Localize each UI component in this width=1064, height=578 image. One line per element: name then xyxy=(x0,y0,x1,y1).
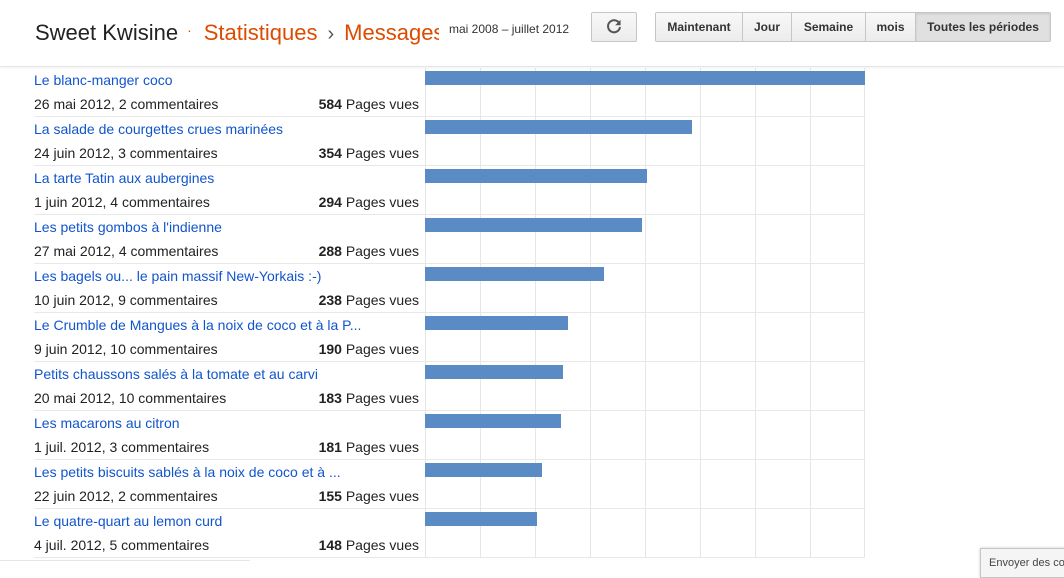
views-bar xyxy=(425,365,563,379)
page-views-label: Pages vues xyxy=(345,341,419,357)
page-views-count: 183 xyxy=(318,390,342,406)
post-meta: 26 mai 2012, 2 commentaires xyxy=(34,96,219,112)
page-views-count: 354 xyxy=(318,145,342,161)
post-row: Les petits biscuits sablés à la noix de … xyxy=(0,460,1064,509)
post-meta: 22 juin 2012, 2 commentaires xyxy=(34,488,218,504)
post-row: Le blanc-manger coco 26 mai 2012, 2 comme… xyxy=(0,68,1064,117)
period-all-button[interactable]: Toutes les périodes xyxy=(916,13,1050,41)
post-title-link[interactable]: Les petits gombos à l'indienne xyxy=(34,218,222,236)
post-meta: 4 juil. 2012, 5 commentaires xyxy=(34,537,210,553)
page-title: Messages xyxy=(344,20,439,45)
period-now-button[interactable]: Maintenant xyxy=(656,13,743,41)
page-views: 238 Pages vues xyxy=(260,291,419,309)
breadcrumb: Sweet Kwisine · Statistiques › Messages xyxy=(35,18,439,48)
page-views-label: Pages vues xyxy=(345,243,419,259)
period-week-button[interactable]: Semaine xyxy=(792,13,866,41)
period-month-button[interactable]: mois xyxy=(866,13,916,41)
page-views-label: Pages vues xyxy=(345,488,419,504)
page-views-count: 155 xyxy=(318,488,342,504)
post-meta: 27 mai 2012, 4 commentaires xyxy=(34,243,219,259)
page-views: 584 Pages vues xyxy=(260,95,419,113)
views-bar xyxy=(425,463,542,477)
post-title-link[interactable]: Le quatre-quart au lemon curd xyxy=(34,512,222,530)
page-views: 354 Pages vues xyxy=(260,144,419,162)
page-views: 183 Pages vues xyxy=(260,389,419,407)
page-views-label: Pages vues xyxy=(345,96,419,112)
page-views-count: 294 xyxy=(318,194,342,210)
post-title-link[interactable]: La tarte Tatin aux aubergines xyxy=(34,169,214,187)
page-views-label: Pages vues xyxy=(345,390,419,406)
post-title-link[interactable]: Les bagels ou... le pain massif New-York… xyxy=(34,267,321,285)
chevron-right-icon: › xyxy=(327,23,335,45)
post-row: Le Crumble de Mangues à la noix de coco … xyxy=(0,313,1064,362)
post-row: Petits chaussons salés à la tomate et au… xyxy=(0,362,1064,411)
views-bar xyxy=(425,316,568,330)
post-row: Les macarons au citron 1 juil. 2012, 3 co… xyxy=(0,411,1064,460)
views-bar xyxy=(425,120,692,134)
blog-name[interactable]: Sweet Kwisine xyxy=(35,20,178,45)
page-views: 190 Pages vues xyxy=(260,340,419,358)
post-meta: 20 mai 2012, 10 commentaires xyxy=(34,390,227,406)
views-bar xyxy=(425,169,647,183)
page-views-count: 238 xyxy=(318,292,342,308)
page-views-count: 181 xyxy=(318,439,342,455)
post-meta: 1 juil. 2012, 3 commentaires xyxy=(34,439,210,455)
page-views-count: 190 xyxy=(318,341,342,357)
date-range: mai 2008 – juillet 2012 xyxy=(449,22,570,36)
post-title-link[interactable]: Les petits biscuits sablés à la noix de … xyxy=(34,463,341,481)
post-title-link[interactable]: Les macarons au citron xyxy=(34,414,180,432)
post-title-link[interactable]: Le Crumble de Mangues à la noix de coco … xyxy=(34,316,361,334)
posts-list: Le blanc-manger coco 26 mai 2012, 2 comme… xyxy=(0,68,1064,558)
period-day-button[interactable]: Jour xyxy=(743,13,792,41)
page-views-label: Pages vues xyxy=(345,439,419,455)
post-meta: 24 juin 2012, 3 commentaires xyxy=(34,145,218,161)
feedback-button[interactable]: Envoyer des commentaires xyxy=(980,548,1064,578)
refresh-icon xyxy=(607,19,621,34)
page-views-count: 584 xyxy=(318,96,342,112)
post-title-link[interactable]: Le blanc-manger coco xyxy=(34,71,173,89)
page-views-count: 148 xyxy=(318,537,342,553)
views-bar xyxy=(425,512,537,526)
post-meta: 9 juin 2012, 10 commentaires xyxy=(34,341,218,357)
period-selector: Maintenant Jour Semaine mois Toutes les … xyxy=(655,12,1051,42)
post-title-link[interactable]: La salade de courgettes crues marinées xyxy=(34,120,283,138)
divider xyxy=(0,560,250,561)
page-views: 288 Pages vues xyxy=(260,242,419,260)
post-row: La salade de courgettes crues marinées 24… xyxy=(0,117,1064,166)
page-views: 181 Pages vues xyxy=(260,438,419,456)
page-views-label: Pages vues xyxy=(345,194,419,210)
post-row: Les bagels ou... le pain massif New-York… xyxy=(0,264,1064,313)
post-row: La tarte Tatin aux aubergines 1 juin 2012… xyxy=(0,166,1064,215)
page-views-count: 288 xyxy=(318,243,342,259)
page-views-label: Pages vues xyxy=(345,145,419,161)
post-meta: 10 juin 2012, 9 commentaires xyxy=(34,292,218,308)
page-views: 294 Pages vues xyxy=(260,193,419,211)
refresh-button[interactable] xyxy=(591,12,637,42)
page-views-label: Pages vues xyxy=(345,537,419,553)
views-bar xyxy=(425,218,642,232)
page-views-label: Pages vues xyxy=(345,292,419,308)
views-bar xyxy=(425,71,865,85)
page-views: 155 Pages vues xyxy=(260,487,419,505)
post-title-link[interactable]: Petits chaussons salés à la tomate et au… xyxy=(34,365,318,383)
stats-link[interactable]: Statistiques xyxy=(204,20,318,45)
post-row: Le quatre-quart au lemon curd 4 juil. 201… xyxy=(0,509,1064,558)
row-divider xyxy=(34,557,865,558)
stats-header: Sweet Kwisine · Statistiques › Messages mai … xyxy=(0,0,1064,67)
page-views: 148 Pages vues xyxy=(260,536,419,554)
separator-dot: · xyxy=(187,22,192,38)
post-row: Les petits gombos à l'indienne 27 mai 201… xyxy=(0,215,1064,264)
views-bar xyxy=(425,414,561,428)
views-bar xyxy=(425,267,604,281)
post-meta: 1 juin 2012, 4 commentaires xyxy=(34,194,210,210)
